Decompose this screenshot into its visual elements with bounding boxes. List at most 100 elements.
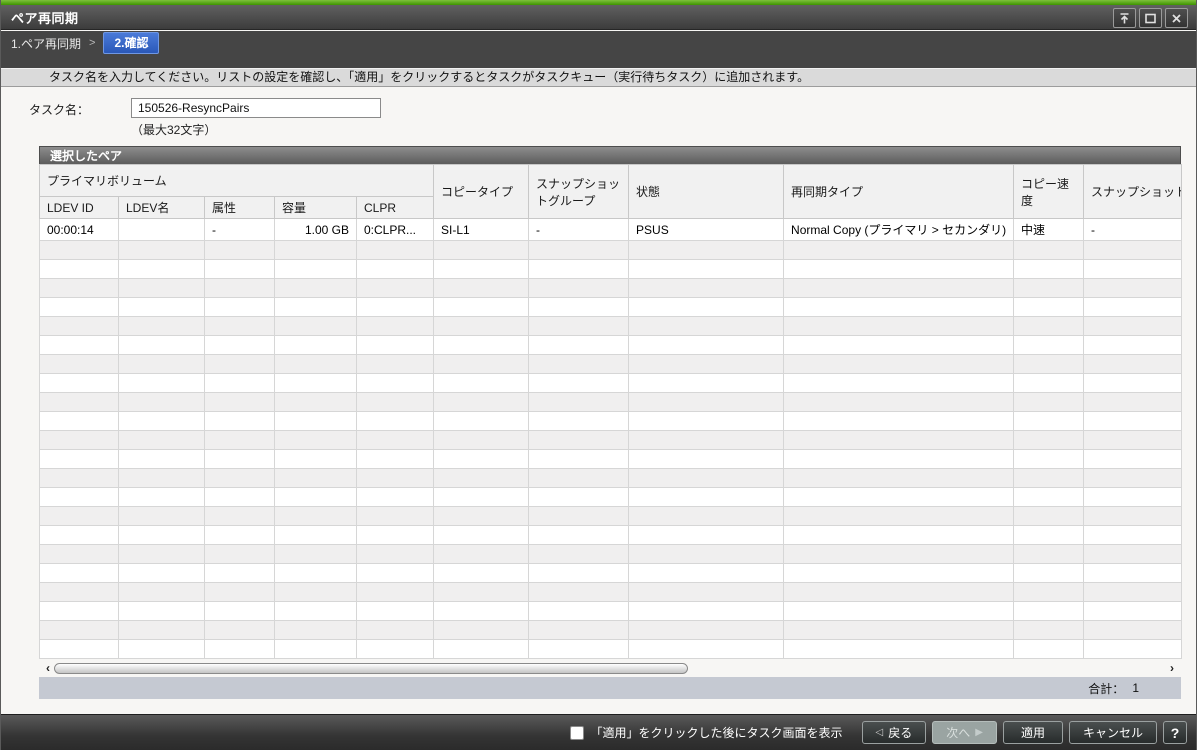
cell (529, 564, 629, 583)
column-header-status[interactable]: 状態 (629, 165, 784, 219)
cell (629, 526, 784, 545)
cell (40, 564, 119, 583)
column-header-attribute[interactable]: 属性 (205, 197, 275, 219)
cell (40, 241, 119, 260)
cell (275, 545, 357, 564)
cell (1014, 564, 1084, 583)
column-header-ldev-name[interactable]: LDEV名 (119, 197, 205, 219)
column-header-snapshot-time[interactable]: スナップショット取得時刻 (1084, 165, 1182, 219)
cell (275, 450, 357, 469)
cell (40, 450, 119, 469)
selected-pairs-table: 選択したペア プライマリボリューム コピータイプ スナップショットグループ 状態… (39, 146, 1181, 699)
cell (629, 279, 784, 298)
close-button[interactable] (1165, 8, 1188, 28)
column-header-copy-type[interactable]: コピータイプ (434, 165, 529, 219)
cell: Normal Copy (プライマリ > セカンダリ) (784, 219, 1014, 241)
cell (629, 545, 784, 564)
cell (629, 241, 784, 260)
column-header-clpr[interactable]: CLPR (357, 197, 434, 219)
scroll-right-icon[interactable]: › (1166, 659, 1178, 677)
cell (629, 621, 784, 640)
cell (119, 298, 205, 317)
cell (784, 412, 1014, 431)
cell (357, 545, 434, 564)
cell (205, 241, 275, 260)
table-row-empty (40, 469, 1182, 488)
cell (205, 336, 275, 355)
column-header-ldev-id[interactable]: LDEV ID (40, 197, 119, 219)
cell (40, 545, 119, 564)
table-title: 選択したペア (39, 146, 1181, 164)
cell (529, 431, 629, 450)
cell (357, 602, 434, 621)
cell (40, 469, 119, 488)
cell (1084, 526, 1182, 545)
scroll-left-icon[interactable]: ‹ (42, 659, 54, 677)
cell (784, 317, 1014, 336)
cell (357, 298, 434, 317)
cell (529, 279, 629, 298)
show-task-screen-checkbox[interactable] (570, 726, 584, 740)
column-header-resync-type[interactable]: 再同期タイプ (784, 165, 1014, 219)
cell (1084, 279, 1182, 298)
cell (529, 469, 629, 488)
column-header-copy-speed[interactable]: コピー速度 (1014, 165, 1084, 219)
cell (1014, 583, 1084, 602)
cell (275, 488, 357, 507)
cell (434, 431, 529, 450)
close-icon (1170, 12, 1183, 25)
cell (529, 583, 629, 602)
table-row-empty (40, 640, 1182, 659)
cell (529, 545, 629, 564)
cell (629, 431, 784, 450)
cell (784, 602, 1014, 621)
cell (1084, 545, 1182, 564)
cell (275, 260, 357, 279)
cell (275, 317, 357, 336)
column-header-snapshot-group[interactable]: スナップショットグループ (529, 165, 629, 219)
cell (357, 393, 434, 412)
cancel-button[interactable]: キャンセル (1069, 721, 1157, 744)
breadcrumb-step-1: 1.ペア再同期 (11, 35, 81, 52)
maximize-button[interactable] (1139, 8, 1162, 28)
scrollbar-thumb[interactable] (54, 663, 688, 674)
cell (119, 412, 205, 431)
cell (357, 355, 434, 374)
cell (40, 412, 119, 431)
cell (1014, 355, 1084, 374)
cell (40, 431, 119, 450)
cell (784, 640, 1014, 659)
apply-button[interactable]: 適用 (1003, 721, 1063, 744)
cell (1084, 241, 1182, 260)
cell (629, 336, 784, 355)
cell (529, 602, 629, 621)
task-name-input[interactable] (131, 98, 381, 118)
cell (40, 336, 119, 355)
collapse-button[interactable] (1113, 8, 1136, 28)
cell (1014, 621, 1084, 640)
cell (629, 507, 784, 526)
dialog-title-bar: ペア再同期 (1, 5, 1196, 30)
column-header-capacity[interactable]: 容量 (275, 197, 357, 219)
cell (629, 374, 784, 393)
cell (357, 317, 434, 336)
cell (1014, 526, 1084, 545)
cell (434, 279, 529, 298)
cell (275, 640, 357, 659)
cell (1014, 412, 1084, 431)
cell (434, 298, 529, 317)
table-row[interactable]: 00:00:14-1.00 GB0:CLPR...SI-L1-PSUSNorma… (40, 219, 1182, 241)
cell (357, 526, 434, 545)
help-button[interactable]: ? (1163, 721, 1187, 744)
cell (119, 640, 205, 659)
cell (205, 507, 275, 526)
cell (1084, 507, 1182, 526)
cell (529, 450, 629, 469)
cell (434, 355, 529, 374)
back-button[interactable]: ◁ 戻る (862, 721, 927, 744)
cell (119, 450, 205, 469)
cell (529, 260, 629, 279)
cell (784, 336, 1014, 355)
scrollbar-track[interactable] (54, 662, 1166, 675)
cell (629, 488, 784, 507)
